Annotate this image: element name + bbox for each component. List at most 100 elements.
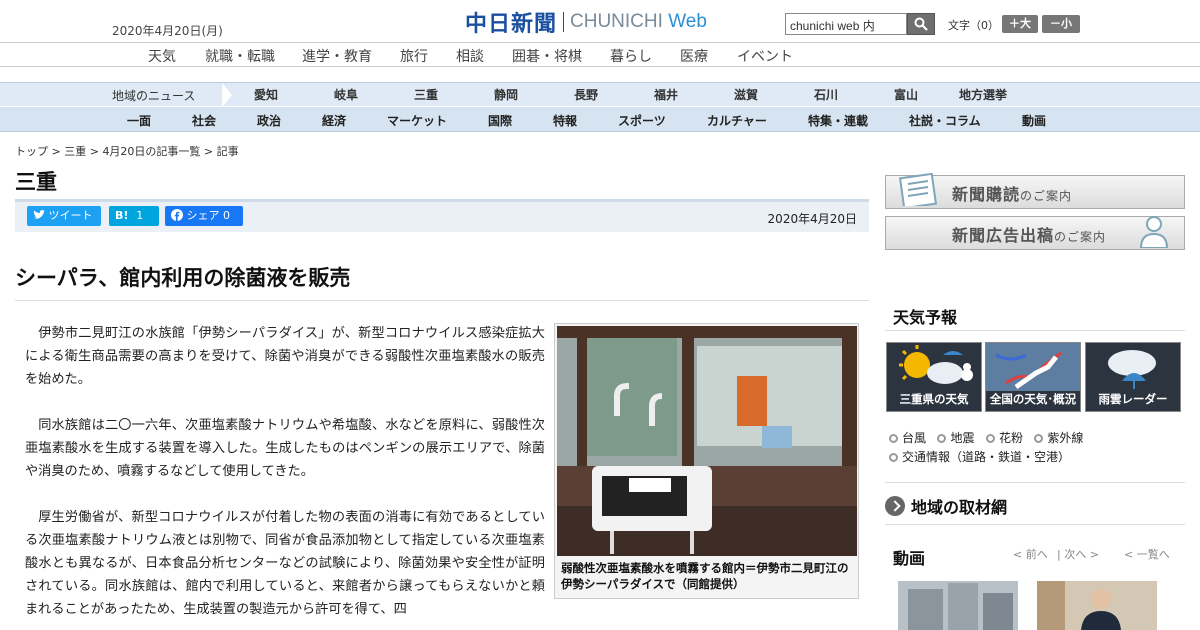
video-thumbnail[interactable] (898, 581, 1018, 630)
uv-link[interactable]: 紫外線 (1034, 431, 1083, 445)
video-title: 動画 (893, 549, 926, 568)
section-item[interactable]: 社会 (192, 112, 216, 129)
breadcrumb-link[interactable]: 4月20日の記事一覧 (102, 145, 200, 158)
region-item[interactable]: 三重 (414, 86, 438, 103)
weather-map-icon (986, 343, 1080, 391)
share-bar: ツイート B! 1 シェア 0 2020年4月20日 (15, 199, 869, 232)
article-paragraph: 伊勢市二見町江の水族館「伊勢シーパラダイス」が、新型コロナウイルス感染症拡大によ… (25, 326, 545, 387)
weather-tile-label: 全国の天気･概況 (989, 392, 1077, 406)
video-prev-link[interactable]: < 前へ (1013, 546, 1048, 562)
bullet-icon (1034, 434, 1044, 443)
site-header: 2020年4月20日(月) 中日新聞 CHUNICHI Web chunichi… (0, 0, 1200, 42)
font-size-up-button[interactable]: ＋大 (1002, 15, 1038, 33)
section-item[interactable]: マーケット (387, 112, 447, 129)
region-item[interactable]: 長野 (574, 86, 598, 103)
article-date: 2020年4月20日 (767, 212, 857, 226)
facebook-icon (171, 209, 183, 221)
section-item[interactable]: 一面 (127, 112, 151, 129)
section-nav: 一面 社会 政治 経済 マーケット 国際 特報 スポーツ カルチャー 特集・連載… (0, 106, 1200, 132)
nav-item[interactable]: イベント (737, 46, 793, 66)
site-logo[interactable]: 中日新聞 CHUNICHI Web (465, 8, 707, 37)
bullet-icon (889, 453, 898, 462)
section-item[interactable]: 国際 (488, 112, 512, 129)
section-item[interactable]: 社説・コラム (909, 112, 981, 129)
section-title: 三重 (15, 170, 57, 194)
nav-item[interactable]: 相談 (456, 46, 484, 66)
twitter-icon (33, 210, 45, 219)
video-next-link[interactable]: | 次へ > (1057, 546, 1099, 562)
tweet-label: ツイート (48, 209, 93, 222)
section-item[interactable]: 政治 (257, 112, 281, 129)
video-thumbnail[interactable] (1037, 581, 1157, 630)
weather-title: 天気予報 (893, 308, 958, 327)
article-headline: シーパラ、館内利用の除菌液を販売 (15, 266, 351, 290)
region-item[interactable]: 福井 (654, 86, 678, 103)
hatena-icon: B! (115, 209, 129, 222)
primary-nav: 天気 就職・転職 進学・教育 旅行 相談 囲碁・将棋 暮らし 医療 イベント (0, 42, 1200, 67)
weather-tile-national[interactable]: 全国の天気･概況 (985, 342, 1081, 412)
traffic-link[interactable]: 交通情報（道路・鉄道・空港） (889, 450, 1070, 464)
advertise-label: 新聞広告出稿のご案内 (952, 226, 1107, 245)
region-item[interactable]: 石川 (814, 86, 838, 103)
subscribe-banner[interactable]: 新聞購読のご案内 (885, 172, 1185, 209)
section-item[interactable]: カルチャー (707, 112, 767, 129)
video-list-link[interactable]: < 一覧へ (1124, 546, 1170, 562)
region-nav-label: 地域のニュース (112, 89, 196, 103)
region-item[interactable]: 地方選挙 (959, 86, 1007, 103)
chevron-right-icon (885, 496, 905, 516)
nav-item[interactable]: 暮らし (610, 46, 652, 66)
section-item[interactable]: 経済 (322, 112, 346, 129)
nav-item[interactable]: 医療 (680, 46, 708, 66)
article-body: 伊勢市二見町江の水族館「伊勢シーパラダイス」が、新型コロナウイルス感染症拡大によ… (25, 322, 545, 630)
photo-image (557, 326, 857, 556)
search-button[interactable] (907, 13, 935, 35)
logo-english: CHUNICHI Web (570, 11, 707, 32)
nav-item[interactable]: 囲碁・将棋 (512, 46, 582, 66)
weather-tile-radar[interactable]: 雨雲レーダー (1085, 342, 1181, 412)
article-paragraph: 厚生労働省が、新型コロナウイルスが付着した物の表面の消毒に有効であるとしている次… (25, 510, 545, 617)
typhoon-link[interactable]: 台風 (889, 431, 926, 445)
breadcrumb: トップ > 三重 > 4月20日の記事一覧 > 記事 (15, 145, 239, 158)
pollen-link[interactable]: 花粉 (985, 431, 1023, 445)
region-item[interactable]: 岐阜 (334, 86, 358, 103)
earthquake-link[interactable]: 地震 (937, 431, 974, 445)
region-item[interactable]: 愛知 (254, 86, 278, 103)
photo-caption: 弱酸性次亜塩素酸水を噴霧する館内＝伊勢市二見町江の伊勢シーパラダイスで（同館提供… (561, 561, 849, 591)
breadcrumb-link[interactable]: 三重 (64, 145, 86, 158)
search-input[interactable]: chunichi web 内 (785, 13, 907, 35)
video-divider (885, 524, 1185, 525)
section-item[interactable]: 特集・連載 (808, 112, 868, 129)
font-size-label: 文字（0） (948, 19, 999, 32)
tweet-button[interactable]: ツイート (27, 206, 101, 226)
hatena-bookmark-button[interactable]: B! 1 (109, 206, 159, 226)
weather-tile-mie[interactable]: 三重県の天気 (886, 342, 982, 412)
weather-tile-label: 三重県の天気 (899, 392, 969, 406)
article-photo[interactable]: 弱酸性次亜塩素酸水を噴霧する館内＝伊勢市二見町江の伊勢シーパラダイスで（同館提供… (554, 323, 859, 599)
nav-item[interactable]: 就職・転職 (205, 46, 275, 66)
breadcrumb-current: 記事 (216, 145, 239, 158)
facebook-share-button[interactable]: シェア 0 (165, 206, 243, 226)
umbrella-cloud-icon (1108, 350, 1156, 389)
headline-divider (15, 300, 869, 301)
bullet-icon (889, 434, 898, 443)
nav-item[interactable]: 天気 (148, 46, 176, 66)
advertise-banner[interactable]: 新聞広告出稿のご案内 (885, 216, 1185, 250)
nav-item[interactable]: 進学・教育 (302, 46, 372, 66)
bullet-icon (937, 434, 947, 443)
section-item[interactable]: 特報 (553, 112, 577, 129)
section-item[interactable]: スポーツ (618, 112, 666, 129)
hatena-count: 1 (136, 209, 144, 222)
bullet-icon (985, 434, 995, 443)
section-item[interactable]: 動画 (1022, 112, 1046, 129)
region-item[interactable]: 静岡 (494, 86, 518, 103)
weather-links-row: 台風 地震 花粉 紫外線 (889, 429, 1083, 446)
breadcrumb-link[interactable]: トップ (15, 145, 48, 158)
font-size-down-button[interactable]: －小 (1042, 15, 1080, 33)
region-network-link[interactable]: 地域の取材網 (885, 494, 1007, 518)
nav-item[interactable]: 旅行 (400, 46, 428, 66)
newspaper-icon (898, 172, 938, 206)
logo-divider (563, 12, 565, 32)
region-item[interactable]: 滋賀 (734, 86, 758, 103)
region-item[interactable]: 富山 (894, 86, 918, 103)
weather-tile-label: 雨雲レーダー (1098, 392, 1168, 406)
